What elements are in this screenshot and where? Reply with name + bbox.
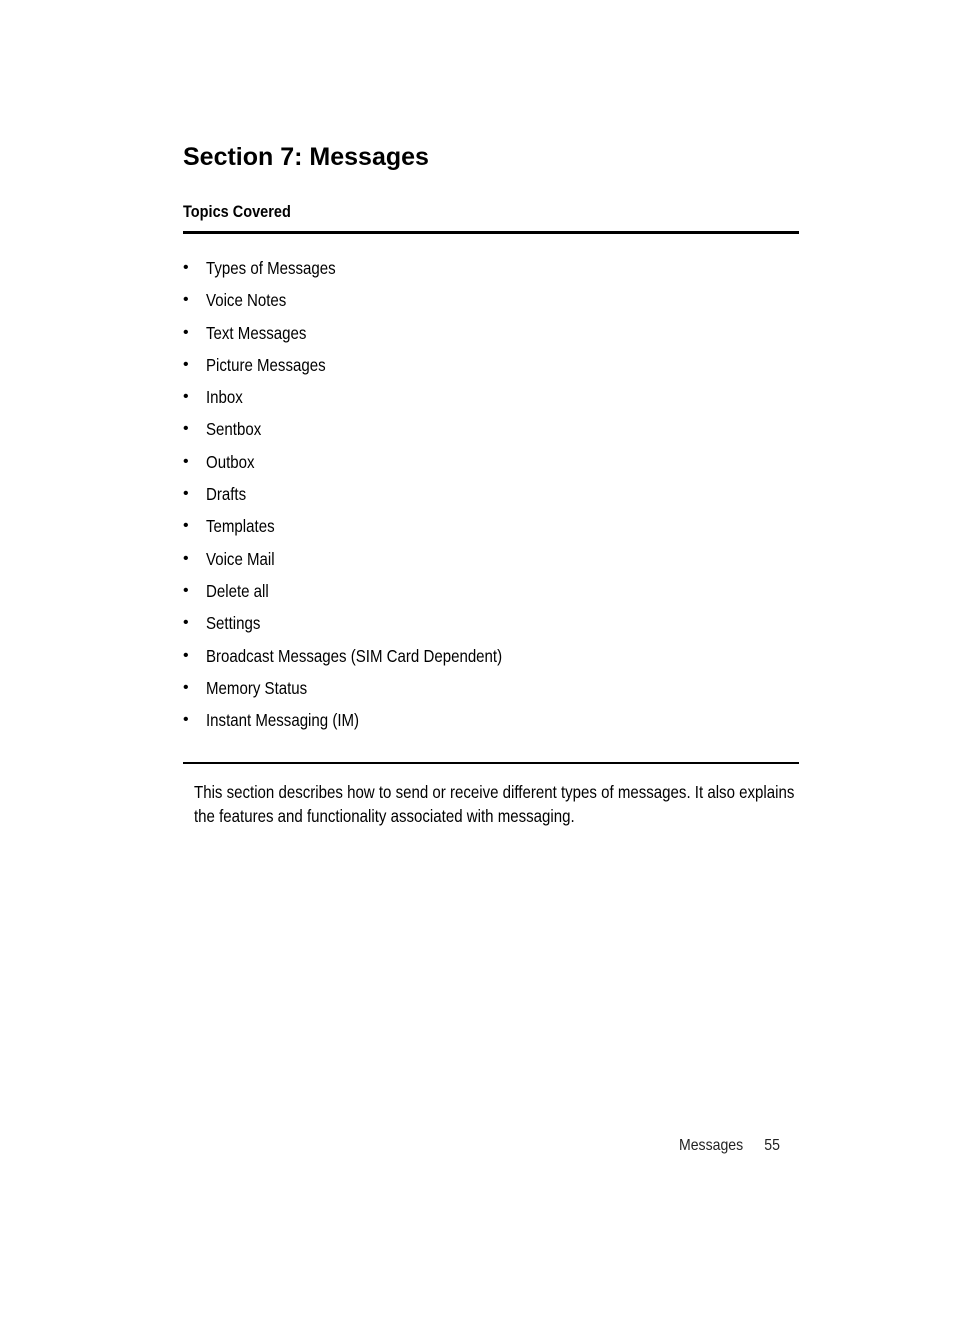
topic-label: Voice Mail [206,548,275,569]
bullet-icon: • [183,581,189,599]
topic-label: Text Messages [206,322,307,343]
topic-label: Types of Messages [206,258,336,278]
page-footer: Messages 55 [679,1137,780,1155]
bullet-icon: • [183,259,189,276]
topic-label: Outbox [206,451,255,472]
topic-label: Sentbox [206,419,262,440]
bullet-icon: • [183,678,189,696]
list-divider [183,762,799,764]
bullet-icon: • [183,646,189,664]
bullet-icon: • [183,291,189,309]
bullet-icon: • [183,323,189,341]
document-page: Section 7: Messages Topics Covered • Type… [0,0,954,1319]
bullet-icon: • [183,420,189,438]
bullet-icon: • [183,388,189,406]
bullet-icon: • [183,517,189,535]
page-number: 55 [764,1137,780,1154]
bullet-icon: • [183,549,189,567]
topic-label: Memory Status [206,677,308,698]
topic-label: Settings [206,613,261,634]
section-title: Section 7: Messages [183,143,429,171]
bullet-icon: • [183,485,189,503]
topic-label: Broadcast Messages (SIM Card Dependent) [206,645,503,666]
bullet-icon: • [183,711,189,729]
bullet-icon: • [183,452,189,470]
topic-label: Voice Notes [206,290,287,311]
topic-label: Delete all [206,580,269,601]
bullet-icon: • [183,614,189,632]
topic-label: Instant Messaging (IM) [206,710,360,731]
topics-heading: Topics Covered [183,203,291,221]
heading-divider [183,231,799,234]
topic-label: Templates [206,516,275,537]
footer-section-name: Messages [679,1137,744,1154]
intro-paragraph: This section describes how to send or re… [194,782,795,826]
topic-label: Picture Messages [206,354,326,375]
bullet-icon: • [183,355,189,373]
topic-label: Drafts [206,484,247,505]
topic-label: Inbox [206,387,243,408]
